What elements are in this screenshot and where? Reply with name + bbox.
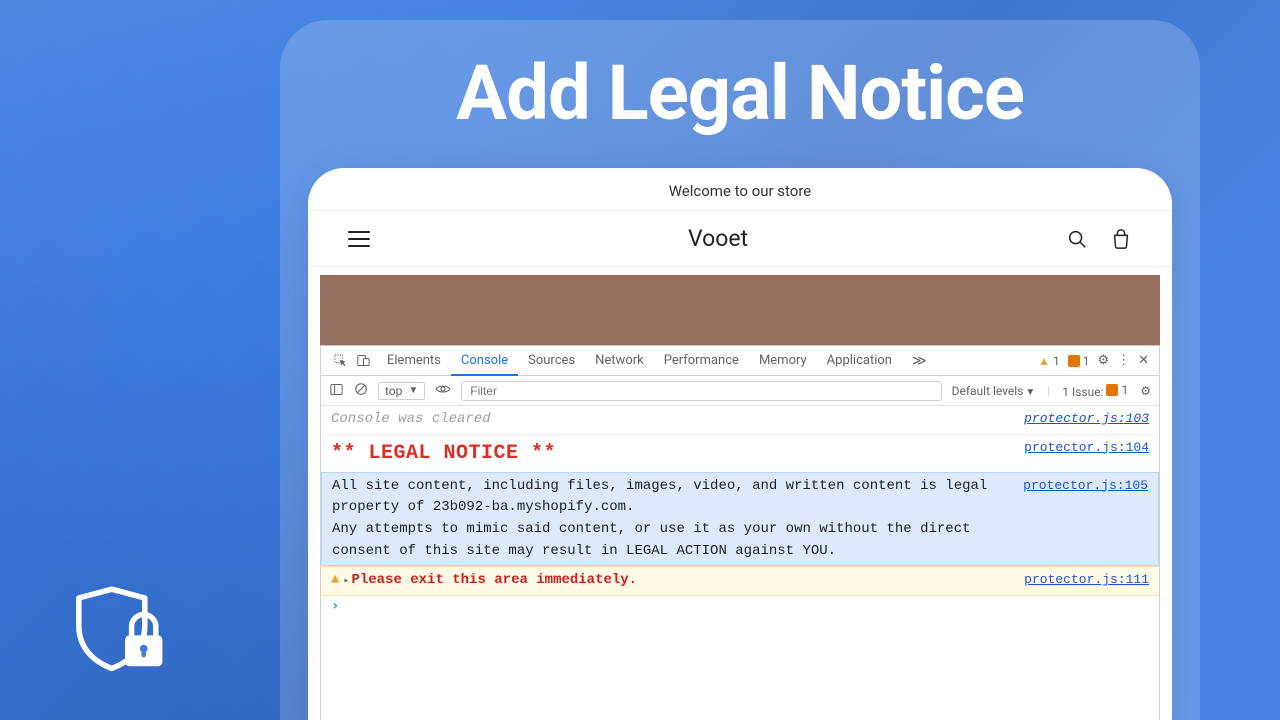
live-expression-icon[interactable] <box>435 381 451 400</box>
store-name: Vooet <box>688 225 748 252</box>
bag-icon[interactable] <box>1110 228 1132 250</box>
tab-performance[interactable]: Performance <box>654 346 749 375</box>
log-row-legal-title: ** LEGAL NOTICE ** protector.js:104 <box>321 435 1159 472</box>
levels-selector[interactable]: Default levels▼ <box>952 384 1036 398</box>
context-selector[interactable]: top▼ <box>378 382 425 400</box>
devtools-panel: Elements Console Sources Network Perform… <box>320 345 1160 720</box>
tabs-overflow-icon[interactable]: ≫ <box>902 346 937 375</box>
source-link[interactable]: protector.js:104 <box>1014 438 1149 469</box>
devtools-tab-bar: Elements Console Sources Network Perform… <box>321 346 1159 376</box>
log-row-warning: ▲▸Please exit this area immediately. pro… <box>321 566 1159 596</box>
source-link[interactable]: protector.js:111 <box>1014 570 1149 592</box>
store-header: Vooet <box>308 211 1172 267</box>
warnings-chip[interactable]: ▲1 <box>1038 354 1060 368</box>
clear-console-icon[interactable] <box>354 382 368 399</box>
tab-memory[interactable]: Memory <box>749 346 817 375</box>
search-icon[interactable] <box>1066 228 1088 250</box>
tab-elements[interactable]: Elements <box>377 346 451 375</box>
warning-triangle-icon: ▲ <box>331 572 339 588</box>
tab-console[interactable]: Console <box>451 347 518 376</box>
warn-count: 1 <box>1053 354 1060 368</box>
storefront-window: Welcome to our store Vooet Elements Cons… <box>308 168 1172 720</box>
hero-title: Add Legal Notice <box>280 48 1200 138</box>
console-toolbar: top▼ Default levels▼ | 1 Issue: 1 ⚙ <box>321 376 1159 406</box>
tab-sources[interactable]: Sources <box>518 346 585 375</box>
close-icon[interactable]: ✕ <box>1138 353 1149 368</box>
source-link[interactable]: protector.js:105 <box>1013 476 1148 563</box>
tab-network[interactable]: Network <box>585 346 654 375</box>
console-log-pane: Console was cleared protector.js:103 ** … <box>321 406 1159 720</box>
hero-banner <box>320 275 1160 345</box>
issue-count: 1 <box>1083 354 1090 368</box>
source-link[interactable]: protector.js:103 <box>1014 409 1149 431</box>
hero-card: Add Legal Notice Welcome to our store Vo… <box>280 20 1200 720</box>
device-toggle-icon[interactable] <box>356 353 371 368</box>
store-actions <box>1066 228 1132 250</box>
issues-summary[interactable]: 1 Issue: 1 <box>1062 383 1128 399</box>
log-row-legal-body: All site content, including files, image… <box>321 472 1159 567</box>
filter-input[interactable] <box>461 381 941 401</box>
shield-lock-icon <box>70 576 180 690</box>
sidebar-toggle-icon[interactable] <box>329 382 344 400</box>
tab-application[interactable]: Application <box>817 346 902 375</box>
console-prompt[interactable]: › <box>321 596 1159 616</box>
console-settings-icon[interactable]: ⚙ <box>1140 384 1151 398</box>
log-row-cleared: Console was cleared protector.js:103 <box>321 406 1159 435</box>
menu-icon[interactable] <box>348 231 370 247</box>
issues-chip[interactable]: 1 <box>1068 354 1090 368</box>
kebab-icon[interactable]: ⋮ <box>1117 353 1130 368</box>
settings-icon[interactable]: ⚙ <box>1097 353 1109 368</box>
inspect-icon[interactable] <box>333 353 348 368</box>
announcement-bar: Welcome to our store <box>308 168 1172 211</box>
